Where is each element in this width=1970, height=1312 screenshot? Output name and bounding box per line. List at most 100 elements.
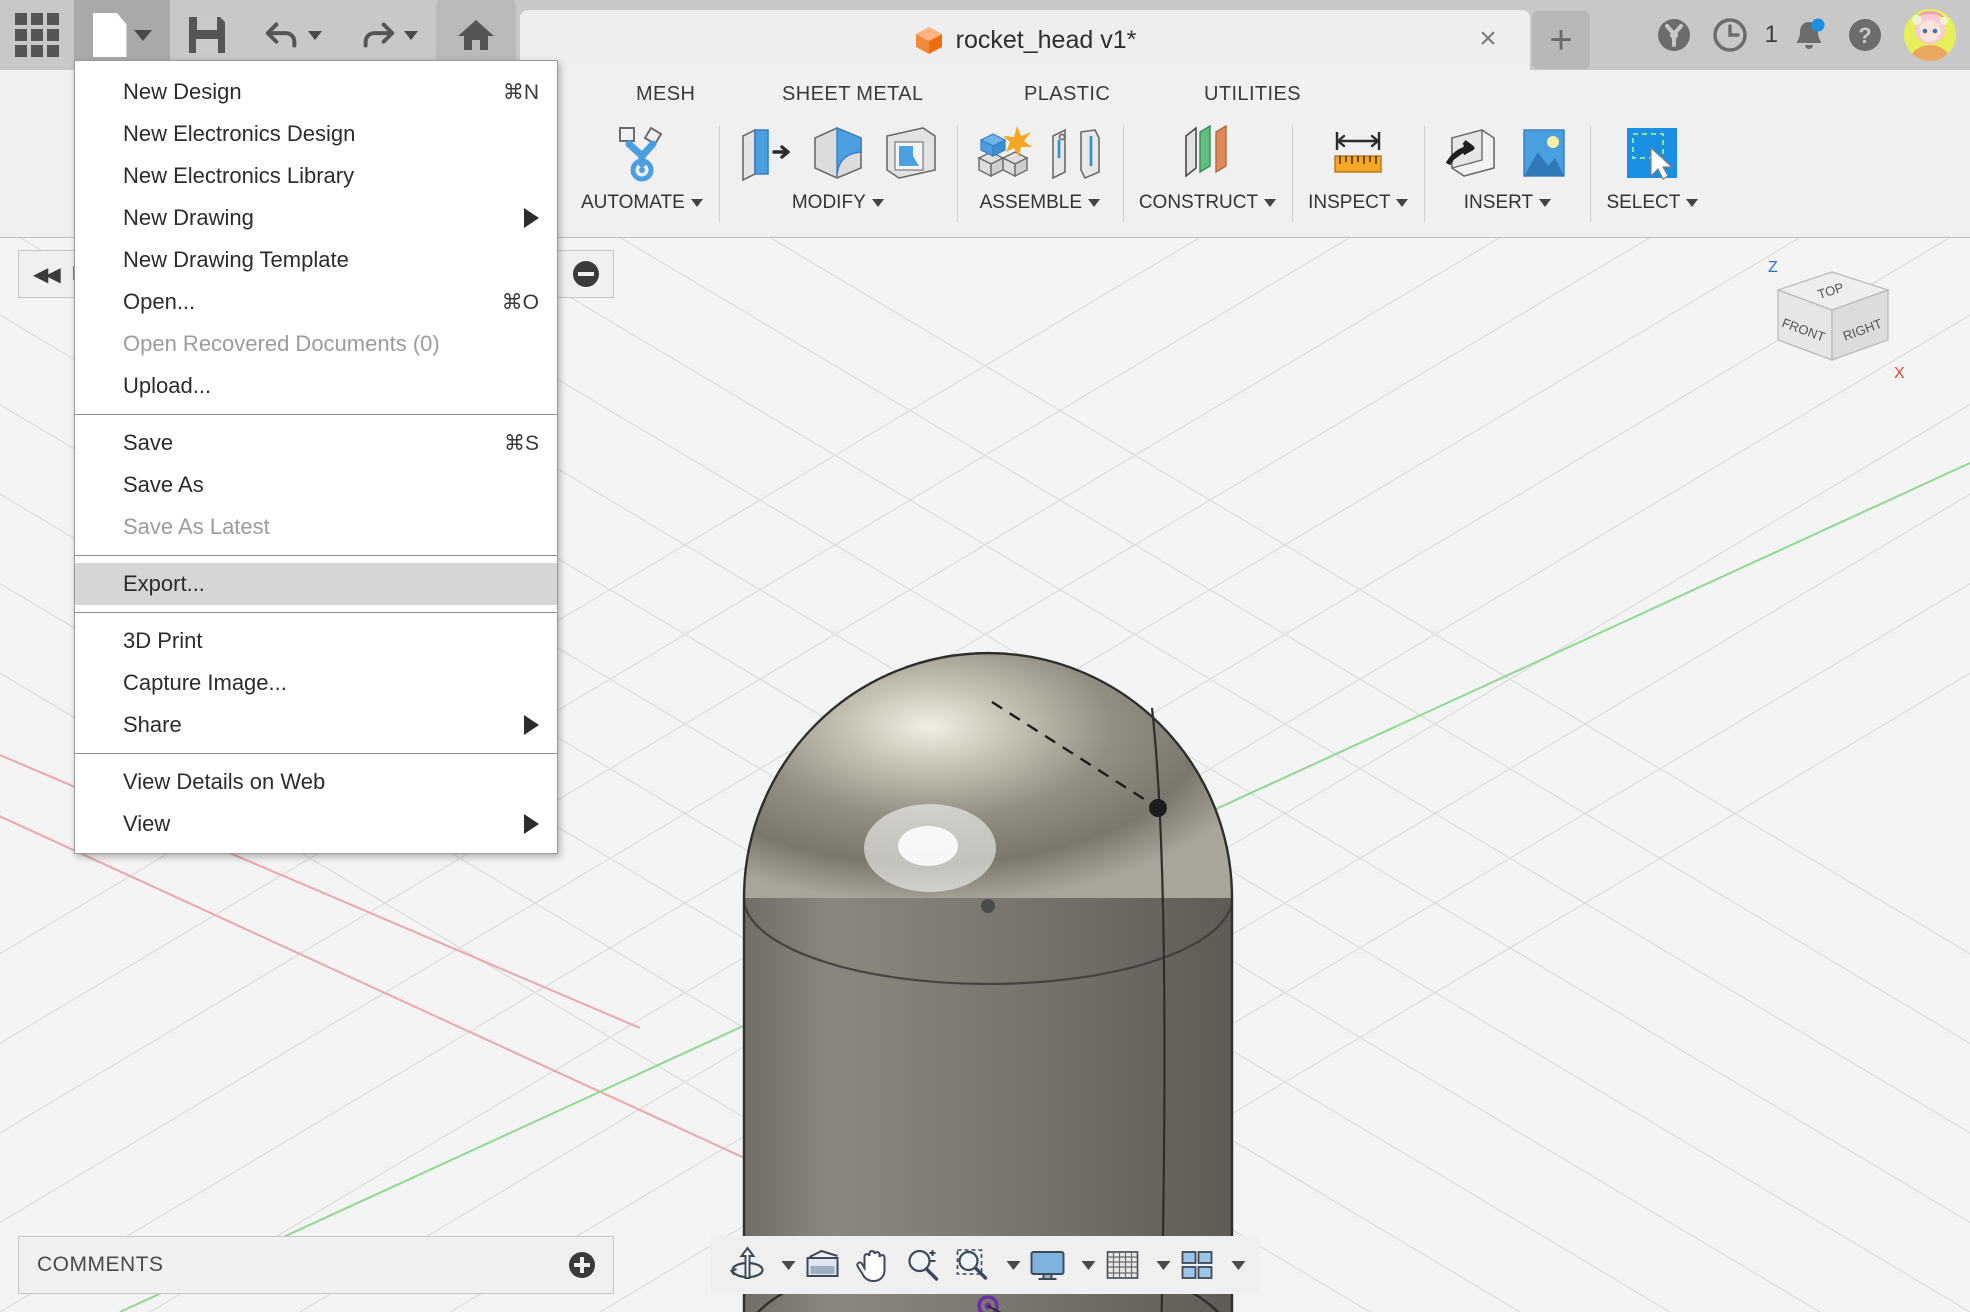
tab-sheet-metal[interactable]: SHEET METAL: [782, 83, 923, 106]
pan-hand-icon[interactable]: [850, 1242, 896, 1288]
menu-item-view-details-on-web[interactable]: View Details on Web: [75, 761, 557, 803]
extension-plug-icon[interactable]: [1649, 10, 1699, 60]
pan-view-gallery-icon[interactable]: [800, 1242, 846, 1288]
menu-item-new-electronics-design[interactable]: New Electronics Design: [75, 113, 557, 155]
job-status-clock-icon[interactable]: [1705, 10, 1755, 60]
insert-canvas-image-icon[interactable]: [1512, 122, 1574, 184]
avatar[interactable]: [1904, 9, 1956, 61]
collapse-left-icon[interactable]: ◀◀: [33, 262, 58, 287]
menu-item-open[interactable]: Open...⌘O: [75, 281, 557, 323]
menu-item-label: Open Recovered Documents (0): [123, 331, 440, 357]
chevron-down-icon[interactable]: [1157, 1261, 1171, 1270]
press-pull-icon[interactable]: [735, 122, 797, 184]
panel-inspect-label[interactable]: INSPECT: [1308, 192, 1408, 214]
document-title: rocket_head v1*: [956, 26, 1137, 55]
chevron-down-icon[interactable]: [1082, 1261, 1096, 1270]
chevron-down-icon: [1264, 199, 1276, 207]
view-cube[interactable]: Z TOP FRONT RIGHT X: [1754, 254, 1914, 404]
menu-item-label: Export...: [123, 571, 205, 597]
menu-item-new-design[interactable]: New Design ⌘N: [75, 71, 557, 113]
menu-item-save[interactable]: Save ⌘S: [75, 422, 557, 464]
new-tab-button[interactable]: +: [1532, 11, 1590, 69]
axis-label-x: X: [1894, 365, 1905, 382]
help-question-icon[interactable]: ?: [1840, 10, 1890, 60]
menu-item-label: Save: [123, 430, 173, 456]
circle-minus-icon[interactable]: [573, 261, 599, 287]
orbit-icon[interactable]: [725, 1242, 771, 1288]
app-grid-button[interactable]: [0, 0, 74, 70]
chevron-down-icon[interactable]: [782, 1261, 796, 1270]
panel-modify-label[interactable]: MODIFY: [792, 192, 884, 214]
menu-item-label: New Drawing: [123, 205, 254, 231]
chevron-down-icon[interactable]: [1007, 1261, 1021, 1270]
tab-plastic[interactable]: PLASTIC: [1024, 83, 1110, 106]
comments-panel-header[interactable]: COMMENTS: [18, 1236, 614, 1294]
menu-item-new-electronics-library[interactable]: New Electronics Library: [75, 155, 557, 197]
menu-item-label: View Details on Web: [123, 769, 325, 795]
panel-automate-label[interactable]: AUTOMATE: [581, 192, 703, 214]
menu-item-shortcut: ⌘S: [504, 431, 539, 456]
grid-snaps-icon[interactable]: [1100, 1242, 1146, 1288]
panel-construct-label[interactable]: CONSTRUCT: [1139, 192, 1276, 214]
panel-select-label[interactable]: SELECT: [1606, 192, 1698, 214]
menu-item-3d-print[interactable]: 3D Print: [75, 620, 557, 662]
chevron-down-icon: [134, 30, 152, 41]
insert-derive-icon[interactable]: [1440, 122, 1502, 184]
joint-icon[interactable]: [1045, 122, 1107, 184]
zoom-in-out-icon[interactable]: [900, 1242, 946, 1288]
chevron-down-icon[interactable]: [1232, 1261, 1246, 1270]
chevron-down-icon: [1088, 199, 1100, 207]
close-icon[interactable]: ×: [1474, 26, 1502, 54]
chevron-down-icon: [404, 31, 418, 40]
menu-item-save-as-latest: Save As Latest: [75, 506, 557, 548]
submenu-arrow-icon: [524, 208, 539, 228]
undo-arrow-icon: [263, 18, 301, 52]
document-tabs: rocket_head v1* × +: [516, 0, 1625, 70]
submenu-arrow-icon: [524, 814, 539, 834]
menu-item-upload[interactable]: Upload...: [75, 365, 557, 407]
bell-notification-icon[interactable]: [1784, 10, 1834, 60]
job-count-label: 1: [1765, 21, 1778, 49]
home-icon: [456, 16, 496, 54]
menu-item-view[interactable]: View: [75, 803, 557, 845]
svg-text:?: ?: [1858, 23, 1871, 48]
menu-item-label: New Design: [123, 79, 242, 105]
new-document-icon: [93, 13, 127, 57]
menu-item-share[interactable]: Share: [75, 704, 557, 746]
panel-insert-label[interactable]: INSERT: [1464, 192, 1551, 214]
panel-assemble-label[interactable]: ASSEMBLE: [980, 192, 1100, 214]
redo-arrow-icon: [359, 18, 397, 52]
offset-plane-icon[interactable]: [1176, 122, 1238, 184]
panel-assemble: ASSEMBLE: [957, 118, 1123, 236]
automate-robot-icon[interactable]: [611, 122, 673, 184]
viewports-icon[interactable]: [1175, 1242, 1221, 1288]
fillet-icon[interactable]: [807, 122, 869, 184]
tab-mesh[interactable]: MESH: [636, 83, 695, 106]
display-settings-icon[interactable]: [1025, 1242, 1071, 1288]
tab-utilities[interactable]: UTILITIES: [1204, 83, 1301, 106]
menu-item-new-drawing[interactable]: New Drawing: [75, 197, 557, 239]
new-component-icon[interactable]: [973, 122, 1035, 184]
menu-item-save-as[interactable]: Save As: [75, 464, 557, 506]
panel-construct: CONSTRUCT: [1123, 118, 1292, 236]
zoom-window-icon[interactable]: [950, 1242, 996, 1288]
menu-item-shortcut: ⌘N: [503, 80, 539, 105]
panel-automate: AUTOMATE: [565, 118, 719, 236]
menu-separator: [75, 753, 557, 754]
circle-plus-icon[interactable]: [569, 1252, 595, 1278]
menu-item-new-drawing-template[interactable]: New Drawing Template: [75, 239, 557, 281]
cube-icon: [914, 25, 944, 55]
menu-item-capture-image[interactable]: Capture Image...: [75, 662, 557, 704]
menu-item-label: 3D Print: [123, 628, 202, 654]
document-tab[interactable]: rocket_head v1* ×: [520, 10, 1530, 70]
chevron-down-icon: [691, 199, 703, 207]
shell-icon[interactable]: [879, 122, 941, 184]
panel-select: SELECT: [1590, 118, 1714, 236]
menu-item-export[interactable]: Export...: [75, 563, 557, 605]
fusion360-window: rocket_head v1* × + 1: [0, 0, 1970, 1312]
select-cursor-icon[interactable]: [1621, 122, 1683, 184]
measure-ruler-icon[interactable]: [1327, 122, 1389, 184]
menu-item-label: New Electronics Library: [123, 163, 354, 189]
comments-label: COMMENTS: [37, 1253, 164, 1277]
menu-item-label: Share: [123, 712, 182, 738]
